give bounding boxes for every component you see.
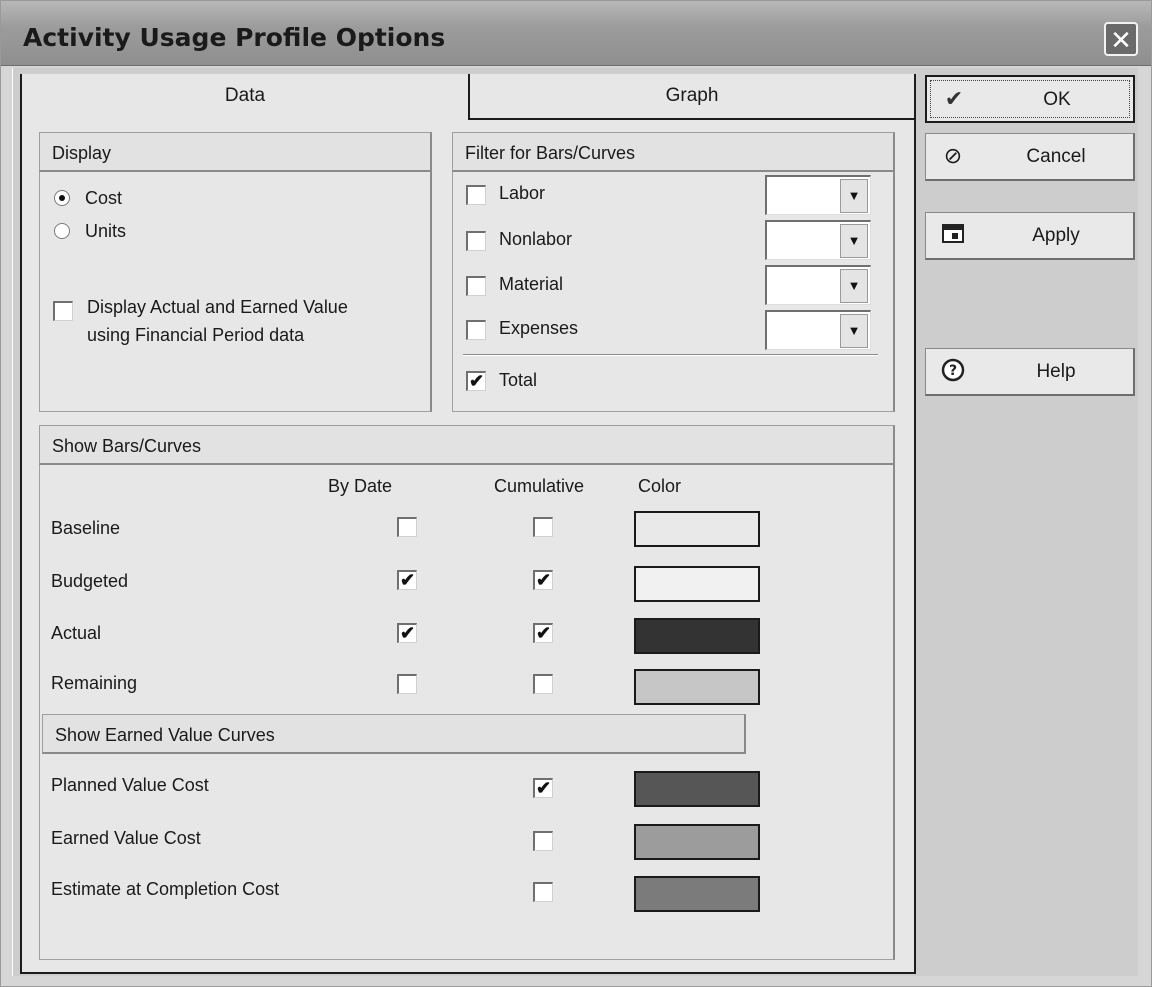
- remaining-bydate-checkbox[interactable]: [397, 674, 417, 694]
- planned-value-color-swatch[interactable]: [634, 771, 760, 807]
- apply-button[interactable]: Apply: [925, 212, 1135, 260]
- chevron-down-icon: ▼: [840, 179, 868, 213]
- total-checkbox[interactable]: ✔: [466, 371, 486, 391]
- svg-text:?: ?: [949, 363, 957, 379]
- help-button[interactable]: ? Help: [925, 348, 1135, 396]
- budgeted-label: Budgeted: [51, 571, 129, 591]
- bars-header: Show Bars/Curves: [39, 425, 895, 465]
- display-group: [39, 132, 432, 412]
- total-label: Total: [499, 370, 538, 390]
- col-cumulative: Cumulative: [494, 476, 585, 496]
- title-bar: Activity Usage Profile Options ✕: [1, 1, 1151, 66]
- display-header: Display: [39, 132, 432, 172]
- dialog-title: Activity Usage Profile Options: [23, 23, 446, 52]
- remaining-color-swatch[interactable]: [634, 669, 760, 705]
- budgeted-bydate-checkbox[interactable]: ✔: [397, 570, 417, 590]
- financial-label-line2: using Financial Period data: [87, 325, 305, 345]
- ok-button[interactable]: ✔ OK: [925, 75, 1135, 123]
- financial-label-line1: Display Actual and Earned Value: [87, 297, 348, 317]
- budgeted-color-swatch[interactable]: [634, 566, 760, 602]
- checkmark-icon: ✔: [944, 86, 964, 111]
- chevron-down-icon: ▼: [840, 314, 868, 348]
- close-button[interactable]: ✕: [1104, 22, 1138, 56]
- cancel-button[interactable]: ⊘ Cancel: [925, 133, 1135, 181]
- financial-period-checkbox[interactable]: [53, 301, 73, 321]
- help-label: Help: [1036, 361, 1076, 382]
- col-by-date: By Date: [328, 476, 393, 496]
- tab-graph[interactable]: Graph: [468, 74, 914, 120]
- expenses-dropdown[interactable]: ▼: [765, 310, 871, 350]
- material-checkbox[interactable]: [466, 276, 486, 296]
- material-dropdown[interactable]: ▼: [765, 265, 871, 305]
- baseline-label: Baseline: [51, 518, 121, 538]
- earned-header: Show Earned Value Curves: [42, 714, 746, 754]
- apply-icon: [940, 222, 966, 248]
- help-icon: ?: [940, 358, 966, 384]
- cost-label: Cost: [85, 188, 123, 208]
- baseline-cumulative-checkbox[interactable]: [533, 517, 553, 537]
- budgeted-cumulative-checkbox[interactable]: ✔: [533, 570, 553, 590]
- earned-value-color-swatch[interactable]: [634, 824, 760, 860]
- baseline-color-swatch[interactable]: [634, 511, 760, 547]
- nonlabor-dropdown[interactable]: ▼: [765, 220, 871, 260]
- actual-label: Actual: [51, 623, 102, 643]
- actual-color-swatch[interactable]: [634, 618, 760, 654]
- filter-divider: [463, 354, 878, 356]
- eac-cumulative-checkbox[interactable]: [533, 882, 553, 902]
- earned-value-label: Earned Value Cost: [51, 828, 201, 848]
- earned-value-cumulative-checkbox[interactable]: [533, 831, 553, 851]
- actual-bydate-checkbox[interactable]: ✔: [397, 623, 417, 643]
- units-radio[interactable]: [54, 223, 70, 239]
- chevron-down-icon: ▼: [840, 269, 868, 303]
- labor-label: Labor: [499, 183, 546, 203]
- actual-cumulative-checkbox[interactable]: ✔: [533, 623, 553, 643]
- planned-value-cumulative-checkbox[interactable]: ✔: [533, 778, 553, 798]
- nonlabor-label: Nonlabor: [499, 229, 573, 249]
- labor-dropdown[interactable]: ▼: [765, 175, 871, 215]
- cost-radio[interactable]: [54, 190, 70, 206]
- nonlabor-checkbox[interactable]: [466, 231, 486, 251]
- baseline-bydate-checkbox[interactable]: [397, 517, 417, 537]
- col-color: Color: [638, 476, 682, 496]
- eac-color-swatch[interactable]: [634, 876, 760, 912]
- ok-label: OK: [1043, 89, 1071, 110]
- remaining-cumulative-checkbox[interactable]: [533, 674, 553, 694]
- material-label: Material: [499, 274, 564, 294]
- planned-value-label: Planned Value Cost: [51, 775, 209, 795]
- labor-checkbox[interactable]: [466, 185, 486, 205]
- expenses-checkbox[interactable]: [466, 320, 486, 340]
- tab-data[interactable]: Data: [22, 74, 468, 120]
- apply-label: Apply: [1032, 225, 1080, 246]
- chevron-down-icon: ▼: [840, 224, 868, 258]
- units-label: Units: [85, 221, 127, 241]
- expenses-label: Expenses: [499, 318, 579, 338]
- remaining-label: Remaining: [51, 673, 138, 693]
- cancel-icon: ⊘: [943, 143, 963, 168]
- eac-label: Estimate at Completion Cost: [51, 879, 280, 899]
- cancel-label: Cancel: [1026, 146, 1086, 167]
- filter-header: Filter for Bars/Curves: [452, 132, 895, 172]
